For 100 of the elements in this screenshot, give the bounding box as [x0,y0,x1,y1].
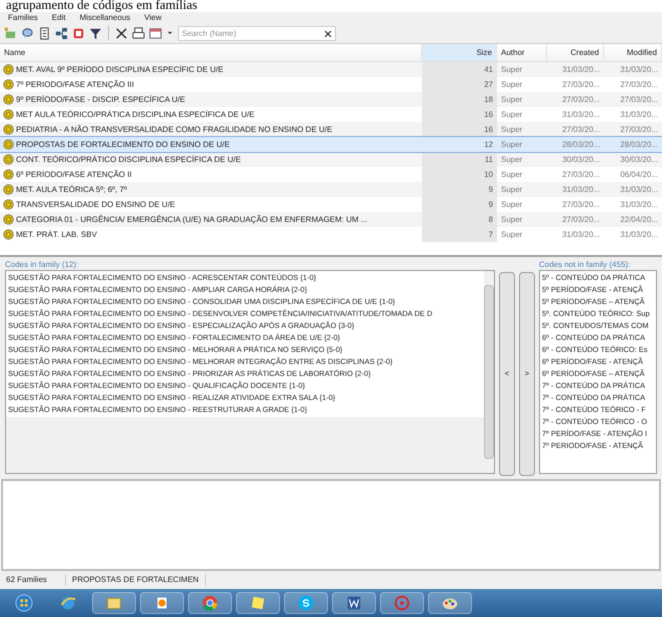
table-cell-text: Super [500,198,524,210]
family-name: PEDIATRIA - A NÃO TRANSVERSALIDADE COMO FRAGILIDADE NO ENSINO DE U/E [16,124,332,136]
table-row[interactable]: CATEGORIA 01 - URGÊNCIA/ EMERGÊNCIA (U/E) NA GRADUAÇÃO EM ENFERMAGEM: UM ... 8 Super 27/03/20... 22/04/20... [0,212,662,227]
table-cell-text: 28/03/20... [619,138,659,150]
new-family-icon[interactable] [4,26,17,40]
table-cell-text: 22/04/20... [619,214,659,226]
menu-item[interactable]: View [142,12,164,24]
print-icon[interactable] [132,26,145,40]
table-cell-text: 31/03/20... [619,64,659,76]
search-field[interactable]: Search (Name) [178,26,336,40]
table-cell: 8 [422,212,497,227]
family-name: 9º PERÍODO/FASE - DISCIP. ESPECÍFICA U/E [16,94,186,106]
table-cell-text: Super [500,108,524,120]
panel-title: Codes not in family (455): [539,259,632,270]
stop-icon[interactable] [72,26,85,40]
table-row[interactable]: PEDIATRIA - A NÃO TRANSVERSALIDADE COMO FRAGILIDADE NO ENSINO DE U/E 16 Super 27/03/20... 27/03/20... [0,122,662,137]
comment-field[interactable] [1,479,661,571]
chat-icon[interactable] [297,594,315,612]
family-icon [3,214,14,225]
table-cell-text: 27/03/20... [561,214,601,226]
table-cell: 9 [422,182,497,197]
table-cell-text: 28/03/20... [561,138,601,150]
table-cell-text: 27/03/20... [619,78,659,90]
column-header[interactable]: Size [422,44,497,61]
menu-item[interactable]: Families [6,12,40,24]
table-row[interactable]: PROPOSTAS DE FORTALECIMENTO DO ENSINO DE U/E 12 Super 28/03/20... 28/03/20... [0,137,662,152]
family-name: CATEGORIA 01 - URGÊNCIA/ EMERGÊNCIA (U/E) NA GRADUAÇÃO EM ENFERMAGEM: UM ... [16,214,368,226]
close-icon[interactable] [323,28,333,38]
globe-icon[interactable] [59,594,77,612]
table-cell-text: 27/03/20... [561,124,601,136]
family-name: MET. PRÁT. LAB. SBV [16,228,97,240]
browser-icon[interactable] [201,594,219,612]
table-cell-text: Super [500,154,524,166]
family-name: PROPOSTAS DE FORTALECIMENTO DO ENSINO DE U/E [16,138,230,150]
scrollbar[interactable] [484,285,494,459]
table-cell-text: 31/03/20... [561,108,601,120]
table-cell-text: Super [500,214,524,226]
table-cell: 11 [422,152,497,167]
table-cell: 7 [422,227,497,242]
family-name: MET. AVAL 9º PERÍODO DISCIPLINA ESPECÍFIC DE U/E [16,64,224,76]
table-cell-text: Super [500,228,524,240]
table-cell-text: Super [500,138,524,150]
family-icon [3,154,14,165]
table-row[interactable]: CONT. TEÓRICO/PRÁTICO DISCIPLINA ESPECÍFICA DE U/E 11 Super 30/03/20... 30/03/20... [0,152,662,167]
table-cell: 9 [422,197,497,212]
family-icon [3,79,14,90]
table-cell-text: 31/03/20... [561,64,601,76]
comment-icon[interactable] [21,26,34,40]
table-cell-text: 12 [483,138,494,150]
menu-item[interactable]: Miscellaneous [78,12,132,24]
table-cell-text: 27/03/20... [561,78,601,90]
move-button[interactable]: > [519,272,535,476]
caption-text: agrupamento de códigos em famílias [5,0,198,12]
start-orb-icon[interactable] [15,594,33,612]
calendar-icon[interactable] [149,26,162,40]
family-icon [3,94,14,105]
table-cell: 27 [422,77,497,92]
menu-item[interactable]: Edit [50,12,68,24]
family-name: MET. AULA TEÓRICA 5º; 6º, 7º [16,184,127,196]
hierarchy-icon[interactable] [55,26,68,40]
move-button[interactable]: < [499,272,515,476]
table-cell-text: 27/03/20... [561,168,601,180]
table-cell: 16 [422,107,497,122]
word-document-icon[interactable] [345,594,363,612]
family-icon [3,229,14,240]
family-name: 7º PERIODO/FASE ATENÇÃO III [16,78,134,90]
column-header[interactable]: Created [547,44,604,61]
table-cell-text: 31/03/20... [619,184,659,196]
family-icon [3,169,14,180]
table-cell-text: Super [500,64,524,76]
table-cell-text: 27/03/20... [561,94,601,106]
table-cell-text: 31/03/20... [561,228,601,240]
family-name: TRANSVERSALIDADE DO ENSINO DE U/E [16,198,176,210]
table-cell-text: 27/03/20... [561,198,601,210]
table-row[interactable]: 9º PERÍODO/FASE - DISCIP. ESPECÍFICA U/E 18 Super 27/03/20... 27/03/20... [0,92,662,107]
table-cell-text: Super [500,78,524,90]
table-row[interactable]: MET. AVAL 9º PERÍODO DISCIPLINA ESPECÍFIC DE U/E 41 Super 31/03/20... 31/03/20... [0,62,662,77]
table-cell-text: 31/03/20... [619,228,659,240]
table-row[interactable]: MET. AULA TEÓRICA 5º; 6º, 7º 9 Super 31/03/20... 31/03/20... [0,182,662,197]
table-cell-text: Super [500,94,524,106]
table-cell-text: 27/03/20... [619,124,659,136]
family-name: CONT. TEÓRICO/PRÁTICO DISCIPLINA ESPECÍFICA DE U/E [16,154,241,166]
table-cell: 18 [422,92,497,107]
document-icon[interactable] [38,26,51,40]
table-cell: 16 [422,122,497,137]
delete-icon[interactable] [115,26,128,40]
table-cell-text: 31/03/20... [619,108,659,120]
family-icon [3,184,14,195]
column-header[interactable]: Author [497,44,547,61]
table-cell: 10 [422,167,497,182]
filter-icon[interactable] [89,26,102,40]
table-cell-text: 27/03/20... [619,94,659,106]
column-header[interactable]: Modified [604,44,662,61]
notes-icon[interactable] [249,594,267,612]
table-cell-text: 30/03/20... [561,154,601,166]
table-cell-text: Super [500,184,524,196]
dropdown-caret-icon[interactable] [166,29,174,37]
family-name: 6º PERÍODO/FASE ATENÇÃO II [16,168,132,180]
family-icon [3,124,14,135]
table-cell-text: 30/03/20... [619,154,659,166]
